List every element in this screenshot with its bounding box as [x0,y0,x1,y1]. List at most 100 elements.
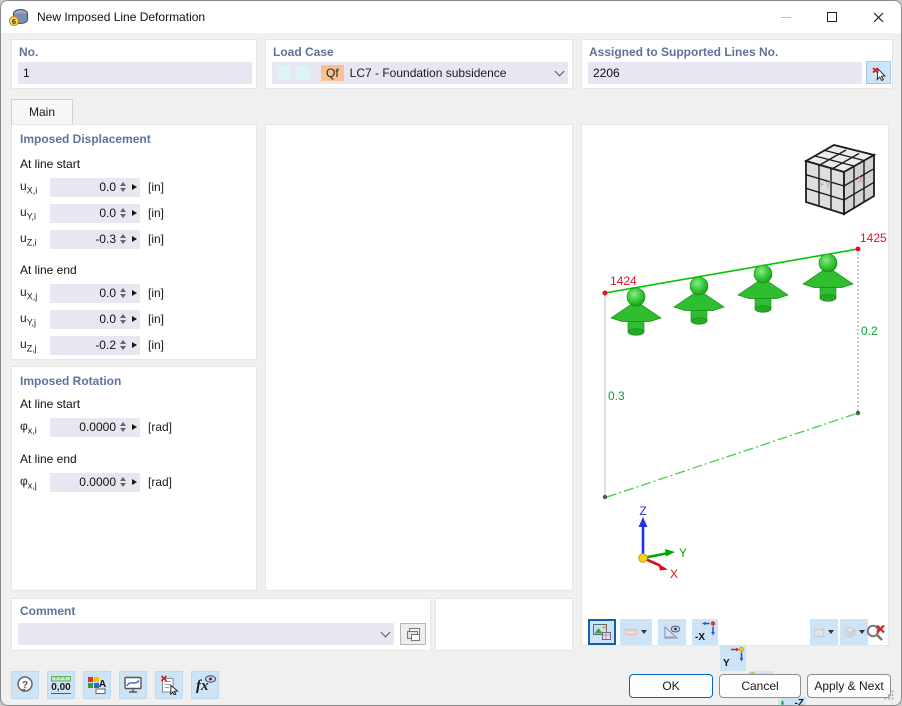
ok-label: OK [662,679,679,693]
tab-main[interactable]: Main [11,99,73,124]
projection-node [603,495,607,499]
expand-arrow-icon[interactable] [132,424,137,430]
spin-down-icon [120,214,126,218]
formula-button[interactable]: fx [191,671,219,699]
axis-y-label: Y [679,546,687,560]
angle-view-button[interactable] [658,619,686,645]
tab-main-label: Main [29,105,55,119]
no-group: No. [11,39,257,89]
line-support-symbol [611,288,661,335]
unit-label: [in] [148,232,164,246]
monitor-icon [123,676,143,694]
view-minus-x-button[interactable]: -X [692,619,718,645]
close-button[interactable] [855,1,901,33]
view-y-label: Y [723,658,730,669]
display-properties-button[interactable]: A [83,671,111,699]
ux-end-label: uX,j [20,285,50,301]
node-start [603,291,608,296]
assigned-input[interactable] [593,66,857,80]
spinner[interactable] [118,234,128,244]
dropdown-arrow-icon [641,630,647,634]
ux-start-input[interactable] [53,180,118,194]
uz-start-label: uZ,i [20,231,50,247]
minimize-button[interactable] [763,1,809,33]
uz-end-row: uZ,j [in] [20,335,164,355]
at-line-start-label: At line start [20,397,80,411]
phix-end-input[interactable] [53,475,118,489]
spinner[interactable] [118,182,128,192]
expand-arrow-icon[interactable] [132,210,137,216]
spin-up-icon [120,422,126,426]
uy-start-input[interactable] [53,206,118,220]
spinner[interactable] [118,314,128,324]
uy-start-label: uY,i [20,205,50,221]
uz-end-input[interactable] [53,338,118,352]
at-line-start-label: At line start [20,157,80,171]
chevron-down-icon [555,66,565,76]
reference-line [607,413,858,497]
units-settings-button[interactable]: 0,00 [47,671,75,699]
line-support-symbol [803,254,853,301]
help-button[interactable]: ? [11,671,39,699]
comment-input[interactable] [23,627,382,641]
spinner[interactable] [118,477,128,487]
load-case-badge: Qf [321,65,344,81]
faded-option-icon [814,627,825,638]
phix-start-input[interactable] [53,420,118,434]
apply-next-button[interactable]: Apply & Next [807,674,891,698]
spin-up-icon [120,182,126,186]
cancel-zoom-button[interactable] [862,619,888,645]
screen-settings-button[interactable] [119,671,147,699]
uy-start-row: uY,i [in] [20,203,164,223]
view-minus-z-button[interactable]: -Z [778,697,806,706]
phix-start-field [50,418,140,437]
expand-arrow-icon[interactable] [132,236,137,242]
node-start-label: 1424 [610,274,637,288]
unit-label: [in] [148,286,164,300]
rendering-icon [593,624,611,640]
load-case-combobox[interactable]: Qf LC7 - Foundation subsidence [272,62,568,84]
measure-dropdown-button[interactable] [620,619,652,645]
comment-label: Comment [20,604,75,618]
expand-arrow-icon[interactable] [132,290,137,296]
select-lines-button[interactable] [866,61,891,84]
dialog-icon: 6 [9,7,29,27]
spinner[interactable] [118,208,128,218]
copy-comment-button[interactable] [400,623,426,645]
display-options-dropdown-button[interactable] [810,619,838,645]
no-input[interactable] [23,66,247,80]
expand-arrow-icon[interactable] [132,479,137,485]
eye-icon [205,675,216,683]
unit-label: [in] [148,312,164,326]
spin-down-icon [120,188,126,192]
spinner[interactable] [118,288,128,298]
at-line-end-label: At line end [20,263,77,277]
spinner[interactable] [118,422,128,432]
render-mode-button[interactable] [588,619,616,645]
uz-start-field [50,230,140,249]
phix-end-row: φx,j [rad] [20,472,172,492]
comment-combobox[interactable] [18,623,394,645]
delete-entry-button[interactable] [155,671,183,699]
view-y-button[interactable]: Y [720,645,746,671]
uz-start-input[interactable] [53,232,118,246]
resize-grip[interactable] [884,690,894,700]
navigation-cube[interactable]: +Y -X [806,145,874,214]
cancel-button[interactable]: Cancel [719,674,801,698]
ok-button[interactable]: OK [629,674,713,698]
ux-end-input[interactable] [53,286,118,300]
spin-down-icon [120,483,126,487]
spinner[interactable] [118,340,128,350]
expand-arrow-icon[interactable] [132,184,137,190]
expand-arrow-icon[interactable] [132,316,137,322]
uy-end-input[interactable] [53,312,118,326]
view-minus-x-label: -X [695,632,705,643]
spin-down-icon [120,240,126,244]
expand-arrow-icon[interactable] [132,342,137,348]
imposed-rotation-title: Imposed Rotation [20,374,121,388]
axis-z-label: Z [639,504,646,518]
spin-down-icon [120,294,126,298]
maximize-button[interactable] [809,1,855,33]
viewport-3d[interactable]: 1424 1425 0.2 0.3 Z Y X [582,125,888,615]
uy-start-field [50,204,140,223]
